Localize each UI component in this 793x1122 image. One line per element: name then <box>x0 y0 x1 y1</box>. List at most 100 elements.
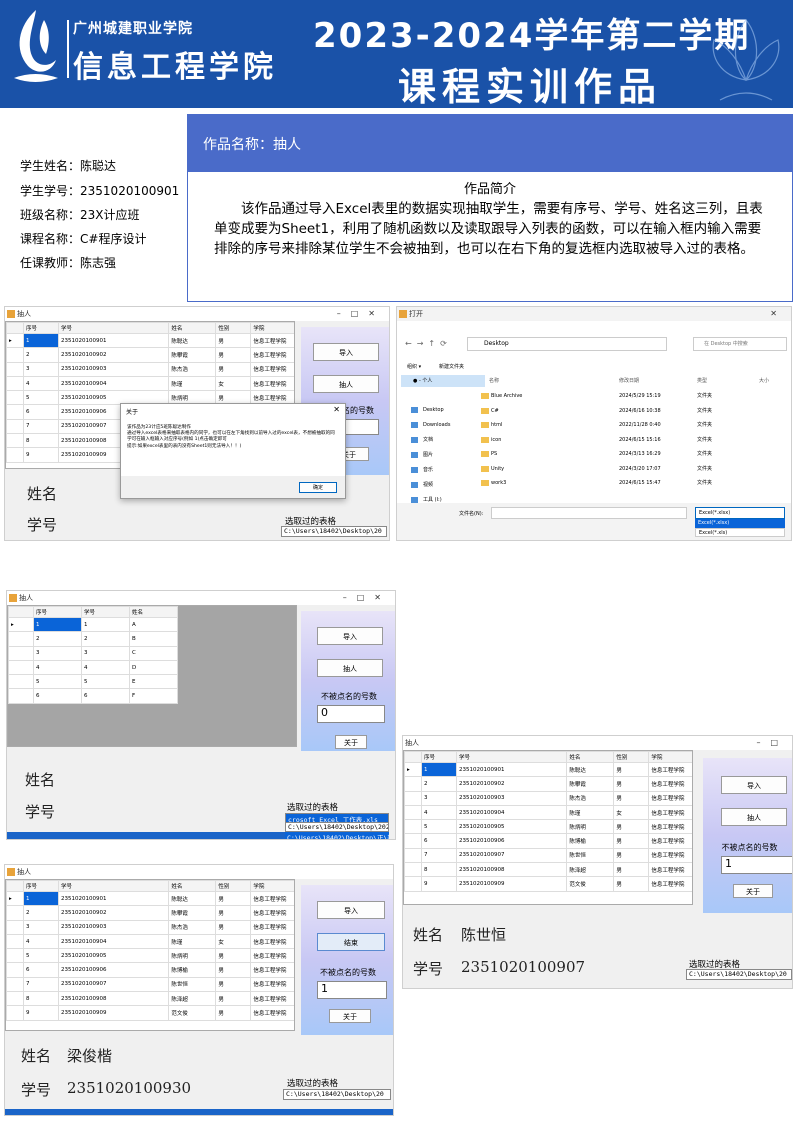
row-header[interactable]: ▸ <box>6 332 24 349</box>
col-date-header[interactable]: 修改日期 <box>619 377 639 384</box>
col-header[interactable]: 学号 <box>81 606 130 618</box>
about-button[interactable]: 关于 <box>733 884 773 898</box>
table-cell[interactable]: 2351020100909 <box>455 876 568 892</box>
col-header[interactable]: 性别 <box>613 751 650 763</box>
row-header[interactable] <box>6 404 24 420</box>
table-cell[interactable]: 2351020100903 <box>455 790 568 806</box>
table-cell[interactable]: 信息工程学院 <box>648 776 692 792</box>
table-row[interactable]: 44D <box>8 659 178 676</box>
filter-option[interactable]: Excel(*.xlsx) <box>695 519 785 528</box>
table-cell[interactable]: 2351020100901 <box>455 761 568 778</box>
table-cell[interactable]: 8 <box>22 433 59 449</box>
organize-menu[interactable]: 组织 ▾ <box>407 363 421 370</box>
table-cell[interactable]: 信息工程学院 <box>250 1005 294 1021</box>
history-option[interactable]: C:\Users\18402\Desktop\2023 <box>285 823 389 832</box>
table-cell[interactable]: 男 <box>215 1005 252 1021</box>
row-header[interactable] <box>404 819 422 835</box>
table-cell[interactable]: 5 <box>420 819 457 835</box>
table-cell[interactable]: 信息工程学院 <box>250 962 294 978</box>
table-cell[interactable]: 陈攀霞 <box>168 905 217 921</box>
table-cell[interactable]: 5 <box>33 674 82 690</box>
table-row[interactable]: 55E <box>8 674 178 690</box>
table-cell[interactable]: 9 <box>22 447 59 463</box>
table-cell[interactable]: 信息工程学院 <box>648 804 692 821</box>
table-cell[interactable]: 2351020100909 <box>57 1005 170 1021</box>
draw-button[interactable]: 抽人 <box>721 808 787 826</box>
row-header[interactable] <box>8 674 34 690</box>
row-header[interactable]: ▸ <box>6 890 24 907</box>
sidebar-item[interactable]: 图片 <box>411 448 481 463</box>
draw-button[interactable]: 抽人 <box>317 659 383 677</box>
table-cell[interactable]: 陈聪达 <box>566 761 615 778</box>
table-row[interactable]: 66F <box>8 688 178 704</box>
table-row[interactable]: 92351020100909范文俊男信息工程学院5102 <box>404 876 692 892</box>
table-cell[interactable]: 陈泽超 <box>168 991 217 1007</box>
table-cell[interactable]: 2351020100904 <box>57 933 170 950</box>
row-header[interactable] <box>8 645 34 661</box>
col-header[interactable]: 序号 <box>22 322 59 334</box>
row-header[interactable] <box>6 347 24 363</box>
table-cell[interactable]: 6 <box>33 688 82 704</box>
table-cell[interactable]: 4 <box>81 659 130 676</box>
table-cell[interactable]: 2 <box>420 776 457 792</box>
table-cell[interactable]: 陈杰浩 <box>168 919 217 935</box>
exclude-input[interactable]: 1 <box>721 856 792 874</box>
table-cell[interactable]: 范文俊 <box>566 876 615 892</box>
draw-button[interactable]: 抽人 <box>313 375 379 393</box>
table-cell[interactable]: 6 <box>420 833 457 849</box>
table-cell[interactable]: 9 <box>420 876 457 892</box>
table-cell[interactable]: 信息工程学院 <box>250 332 294 349</box>
table-cell[interactable]: 2351020100903 <box>57 919 170 935</box>
table-cell[interactable]: 男 <box>613 790 650 806</box>
table-cell[interactable]: 6 <box>81 688 130 704</box>
table-cell[interactable]: 男 <box>215 991 252 1007</box>
import-button[interactable]: 导入 <box>313 343 379 361</box>
table-cell[interactable]: 男 <box>215 332 252 349</box>
col-header[interactable]: 姓名 <box>129 606 178 618</box>
row-header[interactable] <box>404 876 422 892</box>
sidebar-item[interactable]: Desktop <box>411 403 481 418</box>
row-header[interactable] <box>8 659 34 676</box>
table-cell[interactable]: 陈博榆 <box>168 962 217 978</box>
table-row[interactable]: ▸12351020100901陈聪达男信息工程学院5102 <box>6 890 294 907</box>
sidebar-item[interactable]: Downloads <box>411 418 481 433</box>
table-row[interactable]: 22351020100902陈攀霞男信息工程学院5102 <box>404 776 692 792</box>
table-row[interactable]: 32351020100903陈杰浩男信息工程学院5102 <box>6 919 294 935</box>
table-cell[interactable]: 2 <box>22 905 59 921</box>
row-header[interactable] <box>6 905 24 921</box>
col-header[interactable]: 学院 <box>250 880 294 892</box>
about-button[interactable]: 关于 <box>335 735 367 749</box>
table-cell[interactable]: 信息工程学院 <box>250 347 294 363</box>
col-header[interactable]: 性别 <box>215 880 252 892</box>
table-cell[interactable]: 信息工程学院 <box>250 991 294 1007</box>
table-cell[interactable]: 陈聪达 <box>168 332 217 349</box>
address-bar[interactable]: Desktop <box>467 337 667 351</box>
col-header[interactable]: 学号 <box>57 880 170 892</box>
sidebar-item[interactable]: 文档 <box>411 433 481 448</box>
import-button[interactable]: 导入 <box>317 627 383 645</box>
table-cell[interactable]: 6 <box>22 962 59 978</box>
col-type-header[interactable]: 类型 <box>697 377 707 384</box>
row-header[interactable] <box>6 375 24 392</box>
table-cell[interactable]: 男 <box>215 919 252 935</box>
table-row[interactable]: 22B <box>8 631 178 647</box>
table-cell[interactable]: F <box>129 688 178 704</box>
row-header[interactable] <box>6 991 24 1007</box>
table-cell[interactable]: 男 <box>215 347 252 363</box>
row-header[interactable] <box>404 847 422 864</box>
table-cell[interactable]: 2351020100902 <box>57 347 170 363</box>
col-header[interactable]: 学号 <box>57 322 170 334</box>
row-header[interactable] <box>404 862 422 878</box>
table-cell[interactable]: 2351020100907 <box>57 976 170 993</box>
table-cell[interactable]: 信息工程学院 <box>250 933 294 950</box>
table-cell[interactable]: 陈杰浩 <box>168 361 217 377</box>
table-cell[interactable]: 男 <box>215 361 252 377</box>
col-header[interactable]: 学号 <box>455 751 568 763</box>
table-cell[interactable]: 陈聪达 <box>168 890 217 907</box>
table-cell[interactable]: 3 <box>22 361 59 377</box>
table-cell[interactable]: 1 <box>33 616 82 633</box>
file-row[interactable]: C# 2024/6/16 10:38 文件夹 <box>481 404 781 419</box>
table-cell[interactable]: 陈杰浩 <box>566 790 615 806</box>
table-cell[interactable]: 4 <box>22 375 59 392</box>
col-header[interactable]: 性别 <box>215 322 252 334</box>
